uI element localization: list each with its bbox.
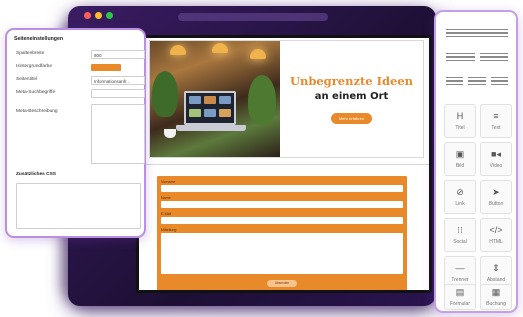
- contact-form[interactable]: Vorname Name E-Mail Mitteilung Absenden: [157, 176, 407, 290]
- layout-one-column[interactable]: [446, 24, 508, 42]
- lamp-icon: [250, 49, 266, 59]
- widget-button[interactable]: ➤ Button: [480, 180, 512, 214]
- text-icon: ≡: [493, 110, 499, 121]
- form-label-message: Mitteilung: [161, 228, 177, 232]
- code-icon: </>: [489, 224, 503, 235]
- widget-label: Titel: [455, 124, 465, 131]
- meta-description-label: Meta-Beschreibung: [16, 109, 58, 114]
- video-icon: ■◂: [491, 148, 501, 159]
- widget-form[interactable]: ▤ Formular: [444, 284, 476, 310]
- form-label-name: Name: [161, 196, 171, 200]
- column-width-label: Spaltenbreite: [16, 51, 45, 56]
- widget-label: Text: [491, 124, 501, 131]
- calendar-icon: ▦: [491, 286, 501, 297]
- widget-label: HTML: [489, 238, 503, 245]
- name-field[interactable]: [161, 201, 403, 208]
- layout-three-columns[interactable]: [446, 72, 508, 90]
- meta-keywords-input[interactable]: [91, 89, 145, 98]
- laptop-base: [176, 125, 246, 131]
- widget-social[interactable]: ⁝⁝ Social: [444, 218, 476, 252]
- window-controls: [84, 12, 113, 19]
- form-label-email: E-Mail: [161, 212, 172, 216]
- widget-label: Abstand: [486, 276, 506, 283]
- divider-icon: —: [455, 262, 465, 273]
- hero-text: Unbegrenzte Ideen an einem Ort Mehr erfa…: [280, 41, 423, 157]
- section-divider: [139, 164, 429, 165]
- custom-css-textarea[interactable]: [16, 183, 141, 229]
- background-color-label: Hintergrundfarbe: [16, 64, 52, 69]
- plant-icon: [152, 71, 178, 117]
- link-icon: ⊘: [456, 186, 464, 197]
- hero-subtitle: an einem Ort: [314, 91, 389, 102]
- cursor-icon: ➤: [492, 186, 500, 197]
- minimize-dot[interactable]: [95, 12, 102, 19]
- close-dot[interactable]: [84, 12, 91, 19]
- hero-cta-button[interactable]: Mehr erfahren: [330, 113, 373, 124]
- widget-label: Formular: [449, 300, 470, 307]
- widget-booking[interactable]: ▦ Buchung: [480, 284, 512, 310]
- widget-image[interactable]: ▣ Bild: [444, 142, 476, 176]
- widget-palette: H Titel ≡ Text ▣ Bild ■◂ Video ⊘ Link ➤ …: [434, 10, 518, 313]
- page-title-input[interactable]: Informationsanfr...: [91, 76, 145, 85]
- maximize-dot[interactable]: [106, 12, 113, 19]
- page-title-label: Seitentitel: [16, 77, 38, 82]
- widget-label: Bild: [455, 162, 465, 169]
- lamp-icon: [170, 45, 186, 55]
- submit-button[interactable]: Absenden: [267, 280, 297, 287]
- plant-icon: [248, 75, 276, 125]
- custom-css-heading: Zusätzliches CSS: [16, 172, 56, 177]
- lamp-icon: [212, 43, 228, 53]
- widget-label: Video: [489, 162, 503, 169]
- form-label-firstname: Vorname: [161, 180, 176, 184]
- cup-icon: [164, 129, 176, 138]
- message-field[interactable]: [161, 233, 403, 274]
- laptop-icon: [184, 91, 236, 125]
- heading-icon: H: [456, 110, 464, 121]
- widget-video[interactable]: ■◂ Video: [480, 142, 512, 176]
- hero-block[interactable]: Unbegrenzte Ideen an einem Ort Mehr erfa…: [149, 40, 424, 158]
- email-field[interactable]: [161, 217, 403, 224]
- widget-text[interactable]: ≡ Text: [480, 104, 512, 138]
- widget-label: Social: [453, 238, 467, 245]
- app-mockup: Unbegrenzte Ideen an einem Ort Mehr erfa…: [0, 0, 523, 317]
- column-width-input[interactable]: 800: [91, 50, 145, 59]
- hero-title: Unbegrenzte Ideen: [289, 74, 414, 88]
- meta-keywords-label: Meta-Suchbegriffe: [16, 90, 56, 95]
- address-bar[interactable]: [178, 13, 328, 21]
- image-icon: ▣: [455, 148, 465, 159]
- spacer-icon: ⇕: [492, 262, 500, 273]
- widget-label: Buchung: [486, 300, 506, 307]
- widget-label: Link: [455, 200, 465, 207]
- firstname-field[interactable]: [161, 185, 403, 192]
- layout-two-columns[interactable]: [446, 48, 508, 66]
- widget-html[interactable]: </> HTML: [480, 218, 512, 252]
- widget-label: Button: [488, 200, 504, 207]
- widget-label: Trenner: [451, 276, 469, 283]
- widget-title[interactable]: H Titel: [444, 104, 476, 138]
- meta-description-textarea[interactable]: [91, 104, 145, 164]
- editor-canvas[interactable]: Unbegrenzte Ideen an einem Ort Mehr erfa…: [136, 35, 432, 293]
- background-color-swatch[interactable]: [91, 64, 121, 71]
- cafe-laptop-image: [150, 41, 280, 157]
- page-settings-panel: Seiteneinstellungen Spaltenbreite 800 Hi…: [5, 28, 146, 238]
- settings-heading: Seiteneinstellungen: [14, 36, 64, 42]
- form-icon: ▤: [455, 286, 465, 297]
- share-icon: ⁝⁝: [457, 224, 463, 235]
- widget-link[interactable]: ⊘ Link: [444, 180, 476, 214]
